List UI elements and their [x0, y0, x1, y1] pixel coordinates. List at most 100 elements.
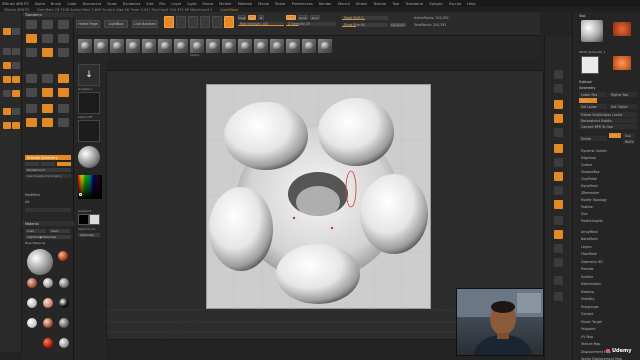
subpalette-contact[interactable]: Contact	[579, 312, 637, 317]
brush-trimdynamic[interactable]	[206, 39, 220, 53]
solo-button[interactable]	[58, 88, 69, 97]
brush-move[interactable]	[110, 39, 124, 53]
section-size[interactable]: Size	[579, 211, 637, 216]
brush-hpolish[interactable]	[190, 39, 204, 53]
local-icon-right[interactable]	[554, 172, 563, 181]
rgb-intensity-slider[interactable]: Rgb Intensity 100	[238, 22, 284, 26]
frame-button[interactable]	[58, 34, 69, 43]
del-lower-button[interactable]: Del Lower	[579, 104, 607, 109]
brush-move-topological[interactable]	[238, 39, 252, 53]
menu-item-preferences[interactable]: Preferences	[292, 2, 313, 6]
rotate-tool-icon[interactable]	[212, 16, 222, 28]
menu-item-draw[interactable]: Draw	[107, 2, 116, 6]
home-page-button[interactable]: Home Page	[76, 20, 100, 28]
section-shadowbox[interactable]: ShadowBox	[579, 169, 637, 174]
menu-item-stroke[interactable]: Stroke	[356, 2, 367, 6]
subpalette-layers[interactable]: Layers	[579, 244, 637, 249]
alpha-off-icon[interactable]	[78, 92, 100, 114]
gizmo-icon[interactable]	[12, 62, 20, 69]
tool-header[interactable]: Tool	[579, 14, 585, 18]
divide-button[interactable]: Divide	[579, 136, 607, 141]
menu-item-file[interactable]: File	[159, 2, 165, 6]
edit-button[interactable]	[26, 20, 37, 29]
transp-icon[interactable]	[554, 292, 563, 301]
menu-item-zbrush-4r8-p2[interactable]: ZBrush 4R8 P2	[2, 2, 29, 6]
alternate-button[interactable]: Alternate	[78, 233, 100, 237]
rgb-button[interactable]: Rgb	[248, 15, 256, 20]
xyz-icon-right[interactable]	[554, 200, 563, 209]
lsym-icon[interactable]	[554, 186, 563, 195]
brush-inflate[interactable]	[142, 39, 156, 53]
menu-item-texture[interactable]: Texture	[373, 2, 386, 6]
brush-pinch[interactable]	[158, 39, 172, 53]
zsub-icon[interactable]	[12, 76, 20, 83]
reuv-toggle[interactable]: ReUV	[623, 139, 635, 144]
material-basic[interactable]	[43, 278, 53, 288]
draw-tool-icon[interactable]	[176, 16, 186, 28]
material-reflected[interactable]	[27, 318, 37, 328]
current-tool-thumbnail[interactable]	[581, 20, 603, 42]
tool-thumb-4[interactable]	[613, 56, 631, 70]
texture-off-icon[interactable]	[78, 120, 100, 142]
subpalette-fibermesh[interactable]: FiberMesh	[579, 252, 637, 257]
subpalette-polygroups[interactable]: Polygroups	[579, 304, 637, 309]
persp-icon[interactable]	[554, 144, 563, 153]
move-icon-right[interactable]	[554, 230, 563, 239]
dynamic-button[interactable]: Dynamic	[390, 23, 406, 27]
move-tool-icon[interactable]	[188, 16, 198, 28]
material-preview-icon[interactable]	[78, 146, 100, 168]
activate-symmetry-button[interactable]: Activate Symmetry	[25, 155, 71, 160]
floor-icon[interactable]	[12, 108, 20, 115]
brush-snakehook[interactable]	[222, 39, 236, 53]
suv-toggle[interactable]: Suv	[623, 133, 635, 138]
material-skinshade[interactable]	[27, 278, 37, 288]
local-icon[interactable]	[3, 122, 11, 129]
polyf-button[interactable]	[42, 88, 53, 97]
material-white[interactable]	[59, 338, 69, 348]
section-dynamesh[interactable]: DynaMesh	[579, 183, 637, 188]
tool-thumb-2[interactable]	[613, 22, 631, 36]
xyz-button[interactable]	[58, 74, 69, 83]
frame-icon[interactable]	[554, 216, 563, 225]
aahalf-button[interactable]	[58, 118, 69, 127]
current-material-preview[interactable]	[27, 249, 53, 275]
live-boolean-button[interactable]: Live Boolean	[132, 20, 158, 28]
scale-tool-icon[interactable]	[200, 16, 210, 28]
section-claypolish[interactable]: ClayPolish	[579, 176, 637, 181]
menu-item-material[interactable]: Material	[238, 2, 253, 6]
menu-item-layer[interactable]: Layer	[171, 2, 181, 6]
local-button[interactable]	[58, 48, 69, 57]
subpalette-visibility[interactable]: Visibility	[579, 297, 637, 302]
material-chalk[interactable]	[59, 278, 69, 288]
lsym-button[interactable]	[42, 74, 53, 83]
menu-item-brush[interactable]: Brush	[51, 2, 61, 6]
subpalette-preview[interactable]: Preview	[579, 267, 637, 272]
material-double-shade[interactable]	[27, 298, 37, 308]
m-button[interactable]: M	[258, 15, 264, 20]
menu-item-macro[interactable]: Macro	[202, 2, 213, 6]
section-meshintegrity[interactable]: MeshIntegrity	[579, 218, 637, 223]
move-button[interactable]	[58, 20, 69, 29]
smt-toggle[interactable]: Smt	[609, 133, 621, 138]
menu-item-movie[interactable]: Movie	[258, 2, 269, 6]
material-red[interactable]	[43, 338, 53, 348]
menu-item-transform[interactable]: Transform	[405, 2, 423, 6]
sym-z-button[interactable]	[57, 162, 71, 166]
brush-flatten[interactable]	[286, 39, 300, 53]
scale-mode-icon[interactable]	[12, 48, 20, 55]
primary-color-swatch[interactable]	[78, 214, 89, 225]
zoom-button[interactable]	[26, 118, 37, 127]
floor-icon-right[interactable]	[554, 158, 563, 167]
actual-button[interactable]	[42, 118, 53, 127]
move-mode-icon[interactable]	[3, 48, 11, 55]
load-material-button[interactable]: Load	[25, 229, 46, 233]
ghost-button[interactable]	[26, 104, 37, 113]
material-red-wax[interactable]	[58, 251, 68, 261]
line-fill-button[interactable]	[42, 104, 53, 113]
subpalette-geometry-hd[interactable]: Geometry HD	[579, 259, 637, 264]
switch-color-label[interactable]: SwitchColor	[78, 227, 96, 231]
subpalette-surface[interactable]: Surface	[579, 274, 637, 279]
drag-rect-stroke-icon[interactable]: ↓	[78, 64, 100, 86]
spix-icon[interactable]	[554, 84, 563, 93]
zsub-button[interactable]: Zsub	[298, 15, 308, 20]
